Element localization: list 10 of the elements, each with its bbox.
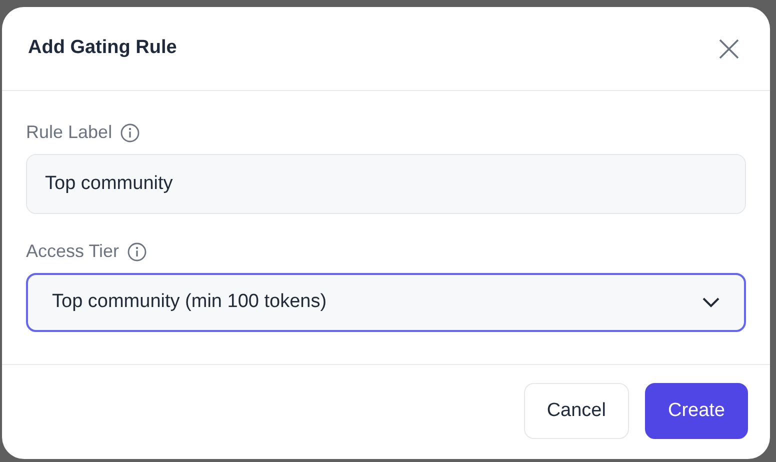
select-field[interactable]: Top community (min 100 tokens) (26, 273, 746, 332)
create-button[interactable]: Create (644, 383, 748, 439)
dialog-title: Add Gating Rule (28, 36, 177, 60)
text-field[interactable]: Top community (26, 154, 746, 214)
info-icon (120, 122, 140, 142)
cancel-button[interactable]: Cancel (524, 383, 629, 439)
chevron-down-icon (702, 297, 720, 308)
field-label: Access Tier (26, 240, 120, 263)
info-icon (127, 242, 148, 262)
field-label: Rule Label (26, 121, 112, 144)
